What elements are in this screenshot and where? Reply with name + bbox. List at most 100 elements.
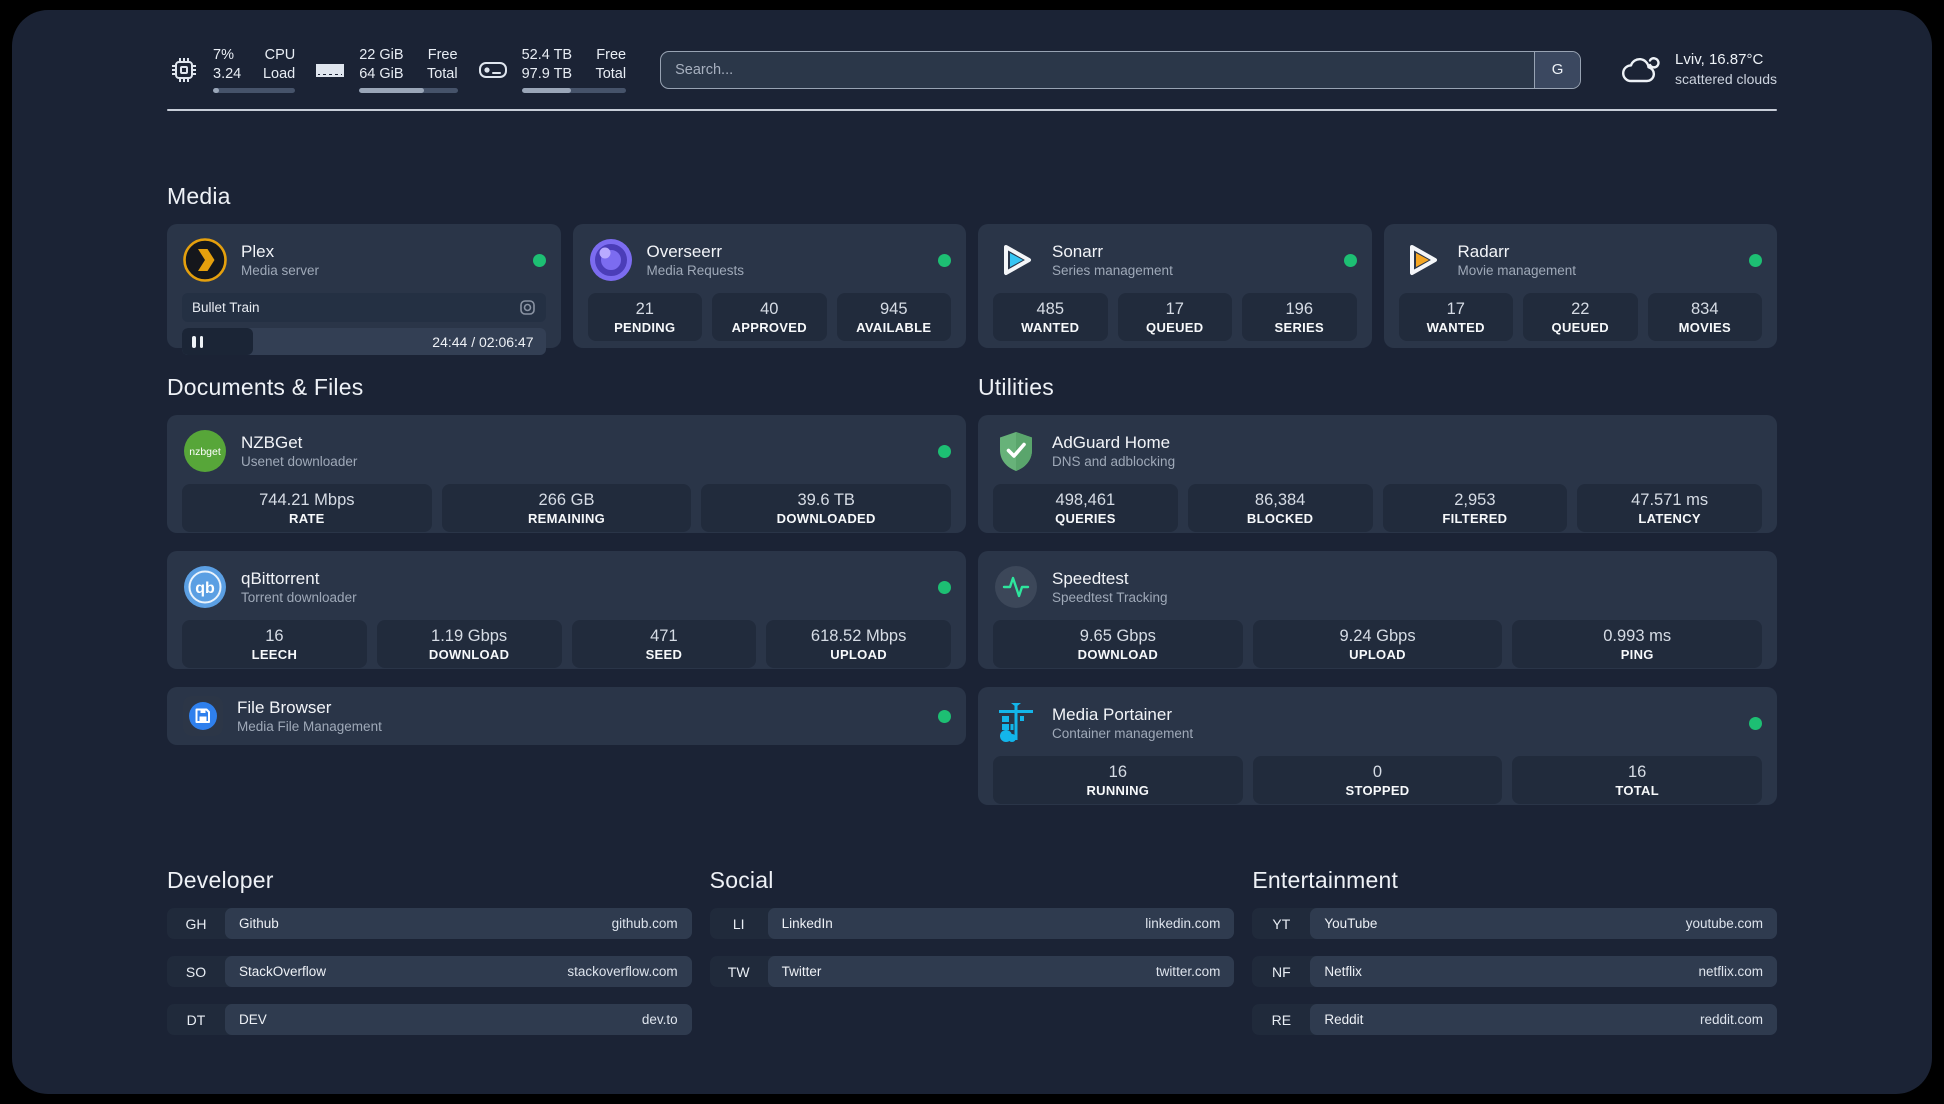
bookmark-link-linkedin[interactable]: LI LinkedIn linkedin.com xyxy=(709,908,1235,940)
stat-value: 0 xyxy=(1372,762,1383,781)
svg-text:nzbget: nzbget xyxy=(189,446,221,458)
media-grid: Plex Media server Bullet Train 24:44 / 0… xyxy=(167,224,1777,356)
speedtest-icon xyxy=(993,564,1039,610)
section-title-media: Media xyxy=(167,183,231,210)
filebrowser-icon xyxy=(182,695,224,737)
bookmark-link-github[interactable]: GH Github github.com xyxy=(167,908,692,940)
radarr-icon xyxy=(1399,237,1445,283)
stat-value: 16 xyxy=(265,626,284,645)
adguard-icon xyxy=(993,428,1039,474)
plex-card[interactable]: Plex Media server Bullet Train 24:44 / 0… xyxy=(167,224,561,356)
bookmark-link-netflix[interactable]: NF Netflix netflix.com xyxy=(1252,956,1777,988)
ram-icon xyxy=(313,53,347,87)
stat-box: 0.993 ms PING xyxy=(1512,620,1763,669)
link-tag: RE xyxy=(1271,1011,1292,1028)
portainer-icon xyxy=(993,700,1039,746)
speedtest-stats: 9.65 Gbps DOWNLOAD 9.24 Gbps UPLOAD 0.993 ms… xyxy=(993,620,1763,669)
link-pill: Github github.com xyxy=(225,908,692,940)
storage-progress-track xyxy=(521,88,627,94)
section-title-entertainment: Entertainment xyxy=(1252,867,1399,894)
stat-label: QUEUED xyxy=(1551,319,1609,335)
player-settings-icon[interactable] xyxy=(519,299,536,316)
link-tag: YT xyxy=(1272,915,1291,932)
link-pill: StackOverflow stackoverflow.com xyxy=(225,956,692,988)
stat-label: PING xyxy=(1620,646,1654,662)
utilities-column: Utilities AdGuard Home DNS and adblockin… xyxy=(978,374,1777,806)
status-dot xyxy=(1749,253,1762,267)
plex-now-playing: Bullet Train 24:44 / 02:06:47 xyxy=(182,293,546,356)
cpu-progress-track xyxy=(213,88,296,94)
stat-box: 9.24 Gbps UPLOAD xyxy=(1252,620,1503,669)
social-section: Social LI LinkedIn linkedin.com TW Twitter tw… xyxy=(709,867,1235,1035)
radarr-card[interactable]: Radarr Movie management 17 WANTED 22 QUEUED… xyxy=(1383,224,1777,349)
search-engine-button[interactable]: G xyxy=(1534,51,1581,88)
cpu-progress-fill xyxy=(213,88,219,94)
stat-box: 17 WANTED xyxy=(1398,293,1513,342)
app-description: Media server xyxy=(241,263,320,279)
weather-location: Lviv, 16.87°C xyxy=(1675,51,1764,69)
stat-value: 47.571 ms xyxy=(1631,490,1709,509)
stat-value: 945 xyxy=(879,299,908,318)
stat-value: 17 xyxy=(1446,299,1465,318)
playback-progress-bar[interactable]: 24:44 / 02:06:47 xyxy=(182,328,546,356)
link-tag: NF xyxy=(1271,963,1291,980)
stat-box: 47.571 ms LATENCY xyxy=(1577,484,1762,533)
stat-label: QUERIES xyxy=(1055,510,1116,526)
qbittorrent-card[interactable]: qb qBittorrent Torrent downloader 16 LEEC… xyxy=(167,551,966,670)
portainer-card[interactable]: Media Portainer Container management 16 R… xyxy=(978,687,1777,806)
stat-box: 16 TOTAL xyxy=(1512,756,1763,805)
search-input[interactable] xyxy=(661,61,1535,78)
cpu-load-value: 3.24 xyxy=(213,66,242,83)
overseerr-icon xyxy=(588,237,634,283)
entertainment-section: Entertainment YT YouTube youtube.com NF Netf… xyxy=(1252,867,1777,1036)
stat-value: 196 xyxy=(1285,299,1314,318)
bookmark-link-stackoverflow[interactable]: SO StackOverflow stackoverflow.com xyxy=(167,956,692,988)
speedtest-card[interactable]: Speedtest Speedtest Tracking 9.65 Gbps DO… xyxy=(978,551,1777,670)
link-pill: Netflix netflix.com xyxy=(1310,956,1777,988)
stat-value: 17 xyxy=(1165,299,1184,318)
status-dot xyxy=(1749,716,1762,730)
bookmark-link-twitter[interactable]: TW Twitter twitter.com xyxy=(709,956,1235,988)
adguard-card[interactable]: AdGuard Home DNS and adblocking 498,461 Q… xyxy=(978,415,1777,534)
bookmark-link-youtube[interactable]: YT YouTube youtube.com xyxy=(1252,908,1777,940)
link-pill: DEV dev.to xyxy=(225,1004,692,1036)
stat-value: 485 xyxy=(1036,299,1065,318)
link-tag: DT xyxy=(186,1011,206,1028)
stat-label: MOVIES xyxy=(1678,319,1731,335)
stat-box: 16 RUNNING xyxy=(993,756,1243,805)
bookmark-link-reddit[interactable]: RE Reddit reddit.com xyxy=(1252,1004,1777,1036)
nzbget-stats: 744.21 Mbps RATE 266 GB REMAINING 39.6 TB DOW… xyxy=(182,484,952,533)
sonarr-card[interactable]: Sonarr Series management 485 WANTED 17 QUEU… xyxy=(978,224,1372,349)
stat-box: 485 WANTED xyxy=(993,293,1108,342)
stat-box: 16 LEECH xyxy=(182,620,367,669)
cpu-icon xyxy=(167,53,201,87)
app-title: qBittorrent xyxy=(241,568,320,588)
app-description: Torrent downloader xyxy=(241,590,357,606)
stat-label: TOTAL xyxy=(1615,782,1659,798)
qbittorrent-stats: 16 LEECH 1.19 Gbps DOWNLOAD 471 SEED 618.52 Mb… xyxy=(182,620,951,669)
status-dot xyxy=(938,580,951,594)
bookmark-link-dev[interactable]: DT DEV dev.to xyxy=(167,1004,692,1036)
stat-value: 9.65 Gbps xyxy=(1079,626,1156,645)
overseerr-card[interactable]: Overseerr Media Requests 21 PENDING 40 APPR… xyxy=(572,224,966,349)
link-pill: LinkedIn linkedin.com xyxy=(767,908,1235,940)
stat-label: DOWNLOADED xyxy=(776,510,876,526)
link-name: StackOverflow xyxy=(239,964,327,980)
nzbget-card[interactable]: nzbget NZBGet Usenet downloader 744.21 M… xyxy=(167,415,966,534)
stat-value: 40 xyxy=(760,299,779,318)
link-pill: Reddit reddit.com xyxy=(1310,1004,1777,1036)
stat-label: PENDING xyxy=(614,319,676,335)
app-description: Media Requests xyxy=(646,263,745,279)
weather-widget[interactable]: Lviv, 16.87°C scattered clouds xyxy=(1619,50,1777,89)
filebrowser-card[interactable]: File Browser Media File Management xyxy=(167,687,966,746)
stat-value: 22 xyxy=(1571,299,1590,318)
app-title: Overseerr xyxy=(646,241,723,261)
stat-box: 618.52 Mbps UPLOAD xyxy=(766,620,951,669)
stat-value: 2,953 xyxy=(1454,490,1496,509)
stat-box: 834 MOVIES xyxy=(1647,293,1762,342)
app-description: Container management xyxy=(1052,726,1194,742)
section-title-documents: Documents & Files xyxy=(167,374,364,401)
link-pill: Twitter twitter.com xyxy=(767,956,1235,988)
stat-value: 834 xyxy=(1690,299,1719,318)
link-name: Github xyxy=(239,916,279,932)
